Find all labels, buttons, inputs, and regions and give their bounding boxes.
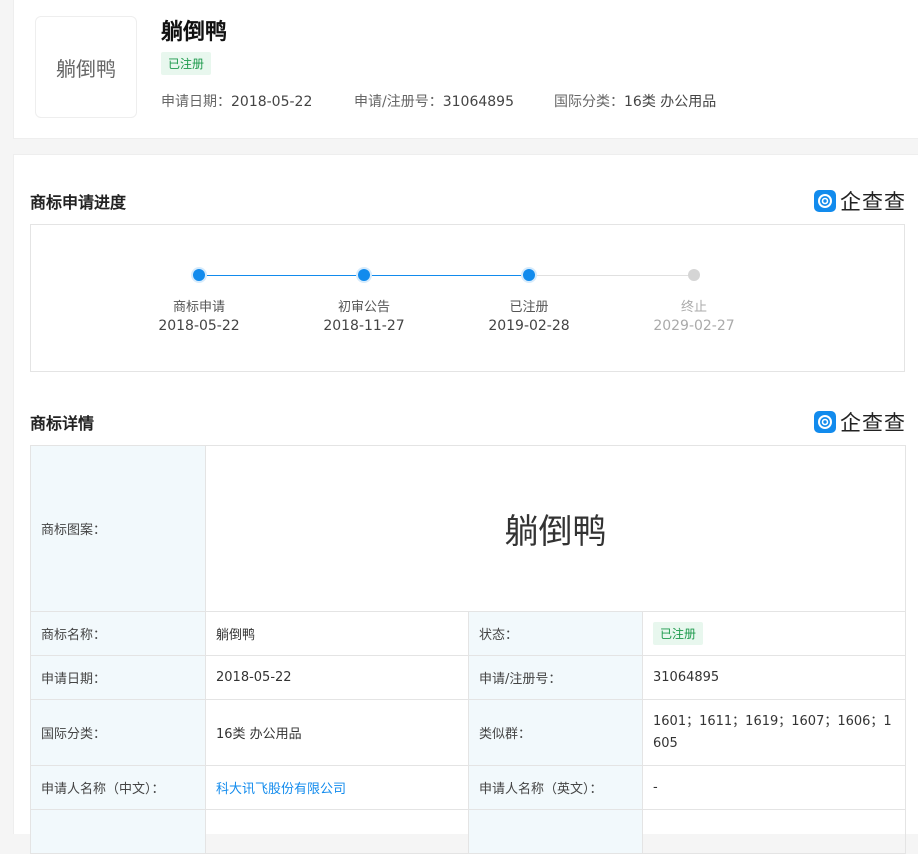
meta-apply-date: 申请日期：2018-05-22 bbox=[161, 91, 312, 111]
table-row: 国际分类： 16类 办公用品 类似群： 1601；1611；1619；1607；… bbox=[30, 699, 906, 766]
meta-intl-class: 国际分类：16类 办公用品 bbox=[554, 91, 716, 111]
progress-line-done bbox=[199, 275, 364, 276]
trademark-title: 躺倒鸭 bbox=[161, 20, 228, 45]
detail-section-title: 商标详情 bbox=[30, 414, 95, 433]
step-dot bbox=[523, 269, 535, 281]
step-dot bbox=[193, 269, 205, 281]
meta-value: 31064895 bbox=[442, 94, 514, 110]
status-badge-text: 已注册 bbox=[161, 52, 212, 75]
cell-key: 申请日期： bbox=[30, 655, 206, 700]
mark-image: 躺倒鸭 bbox=[205, 445, 906, 612]
table-row bbox=[30, 809, 906, 854]
table-row: 申请人名称（中文）： 科大讯飞股份有限公司 申请人名称（英文）： - bbox=[30, 765, 906, 810]
meta-value: 2018-05-22 bbox=[231, 94, 313, 110]
meta-value: 16类 办公用品 bbox=[624, 94, 717, 110]
cell-key bbox=[468, 809, 643, 854]
cell-value: 1601；1611；1619；1607；1606；1605 bbox=[642, 699, 906, 766]
cell-value: 躺倒鸭 bbox=[205, 611, 469, 656]
progress-line-pending bbox=[529, 275, 694, 276]
meta-label: 申请/注册号： bbox=[354, 94, 443, 110]
cell-value: 31064895 bbox=[642, 655, 906, 700]
step-date: 2029-02-27 bbox=[653, 318, 735, 334]
cell-key: 商标名称： bbox=[30, 611, 206, 656]
cell-key: 国际分类： bbox=[30, 699, 206, 766]
cell-key bbox=[30, 809, 206, 854]
status-badge: 已注册 bbox=[653, 622, 704, 645]
cell-key: 申请人名称（中文）： bbox=[30, 765, 206, 810]
table-row: 申请日期： 2018-05-22 申请/注册号： 31064895 bbox=[30, 655, 906, 700]
cell-value bbox=[642, 809, 906, 854]
step-label: 终止 bbox=[680, 300, 707, 315]
qichacha-logo-icon bbox=[814, 190, 836, 212]
trademark-header-card: 躺倒鸭 躺倒鸭 已注册 申请日期：2018-05-22 申请/注册号：31064… bbox=[13, 0, 918, 139]
cell-key: 类似群： bbox=[468, 699, 643, 766]
cell-value: 2018-05-22 bbox=[205, 655, 469, 700]
step-label: 初审公告 bbox=[337, 300, 390, 315]
cell-key: 状态： bbox=[468, 611, 643, 656]
brand-name: 企查查 bbox=[840, 411, 906, 435]
meta-label: 申请日期： bbox=[161, 94, 231, 110]
cell-key: 申请人名称（英文）： bbox=[468, 765, 643, 810]
cell-value bbox=[205, 809, 469, 854]
step-date: 2019-02-28 bbox=[488, 318, 570, 334]
trademark-detail-table: 商标图案： 躺倒鸭 商标名称： 躺倒鸭 状态： 已注册 申请日期： 2018-0… bbox=[30, 445, 906, 854]
qichacha-brand: 企查查 bbox=[814, 186, 906, 216]
meta-label: 国际分类： bbox=[554, 94, 624, 110]
brand-name: 企查查 bbox=[840, 190, 906, 214]
step-date: 2018-05-22 bbox=[158, 318, 240, 334]
trademark-main-card: 商标申请进度 企查查 商标申请 初审公告 已注册 终止 2018-05-22 2… bbox=[13, 154, 918, 854]
trademark-logo: 躺倒鸭 bbox=[35, 16, 137, 118]
progress-line-done bbox=[364, 275, 529, 276]
cell-value[interactable]: 科大讯飞股份有限公司 bbox=[205, 765, 469, 810]
qichacha-brand: 企查查 bbox=[814, 407, 906, 437]
table-row: 商标名称： 躺倒鸭 状态： 已注册 bbox=[30, 611, 906, 656]
cell-value: 已注册 bbox=[642, 611, 906, 656]
progress-section-title: 商标申请进度 bbox=[30, 193, 127, 212]
applicant-link[interactable]: 科大讯飞股份有限公司 bbox=[216, 782, 346, 797]
progress-timeline: 商标申请 初审公告 已注册 终止 2018-05-22 2018-11-27 2… bbox=[30, 224, 905, 372]
step-dot bbox=[688, 269, 700, 281]
step-dot bbox=[358, 269, 370, 281]
table-row: 商标图案： 躺倒鸭 bbox=[30, 445, 906, 612]
step-label: 商标申请 bbox=[172, 300, 225, 315]
meta-reg-number: 申请/注册号：31064895 bbox=[354, 91, 514, 111]
status-badge: 已注册 bbox=[161, 52, 212, 75]
cell-value: 16类 办公用品 bbox=[205, 699, 469, 766]
mark-image-label: 商标图案： bbox=[30, 445, 206, 612]
step-date: 2018-11-27 bbox=[323, 318, 405, 334]
cell-value: - bbox=[642, 765, 906, 810]
cell-key: 申请/注册号： bbox=[468, 655, 643, 700]
qichacha-logo-icon bbox=[814, 411, 836, 433]
step-label: 已注册 bbox=[509, 300, 549, 315]
